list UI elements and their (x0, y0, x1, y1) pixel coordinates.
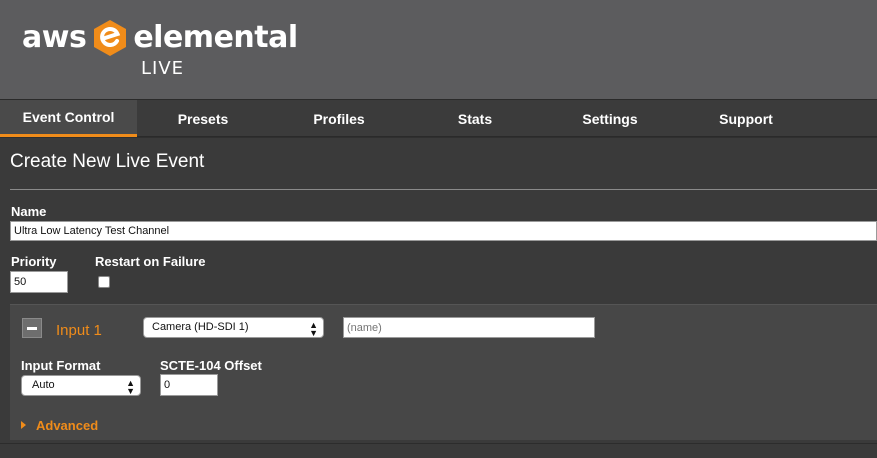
tab-profiles[interactable]: Profiles (269, 100, 409, 137)
priority-input[interactable]: 50 (10, 271, 68, 293)
priority-label: Priority (11, 254, 57, 269)
input-name-field[interactable] (343, 317, 595, 338)
collapse-input-button[interactable] (22, 318, 42, 338)
elemental-e-icon (94, 20, 127, 56)
restart-on-failure-label: Restart on Failure (95, 254, 206, 269)
tab-presets[interactable]: Presets (137, 100, 269, 137)
name-label: Name (11, 204, 47, 219)
aws-elemental-logo: aws elemental (22, 18, 298, 58)
advanced-label: Advanced (36, 418, 99, 433)
event-name-input[interactable]: Ultra Low Latency Test Channel (10, 221, 877, 241)
input-source-select[interactable]: Camera (HD-SDI 1) ▲ ▼ (143, 317, 324, 338)
restart-on-failure-checkbox[interactable] (98, 276, 110, 288)
updown-arrows-icon: ▲ ▼ (309, 320, 318, 338)
tab-support[interactable]: Support (679, 100, 813, 137)
logo-aws-text: aws (22, 20, 87, 55)
main-nav: Event Control Presets Profiles Stats Set… (0, 99, 877, 137)
triangle-right-icon (21, 421, 26, 429)
page-title: Create New Live Event (10, 151, 205, 172)
next-section-strip (0, 443, 877, 458)
input-1-panel: Input 1 Camera (HD-SDI 1) ▲▼ Input Forma… (10, 304, 877, 440)
input-source-value: Camera (HD-SDI 1) (152, 321, 249, 333)
product-label: LIVE (141, 58, 185, 79)
advanced-toggle[interactable]: Advanced (21, 418, 98, 433)
main-content: Create New Live Event Name Ultra Low Lat… (0, 138, 877, 458)
scte-offset-label: SCTE-104 Offset (160, 358, 262, 373)
tab-settings[interactable]: Settings (541, 100, 679, 137)
input-1-title: Input 1 (56, 322, 102, 339)
minus-icon (27, 327, 37, 330)
input-format-select[interactable]: Auto ▲ ▼ (21, 375, 141, 396)
tab-event-control[interactable]: Event Control (0, 100, 137, 137)
input-format-label: Input Format (21, 358, 101, 373)
app-header: aws elemental LIVE (0, 0, 877, 99)
input-format-value: Auto (32, 379, 55, 391)
logo-elemental-text: elemental (133, 20, 298, 55)
updown-arrows-icon: ▲ ▼ (126, 378, 135, 396)
tab-stats[interactable]: Stats (409, 100, 541, 137)
title-divider (10, 189, 877, 190)
scte-offset-input[interactable]: 0 (160, 374, 218, 396)
